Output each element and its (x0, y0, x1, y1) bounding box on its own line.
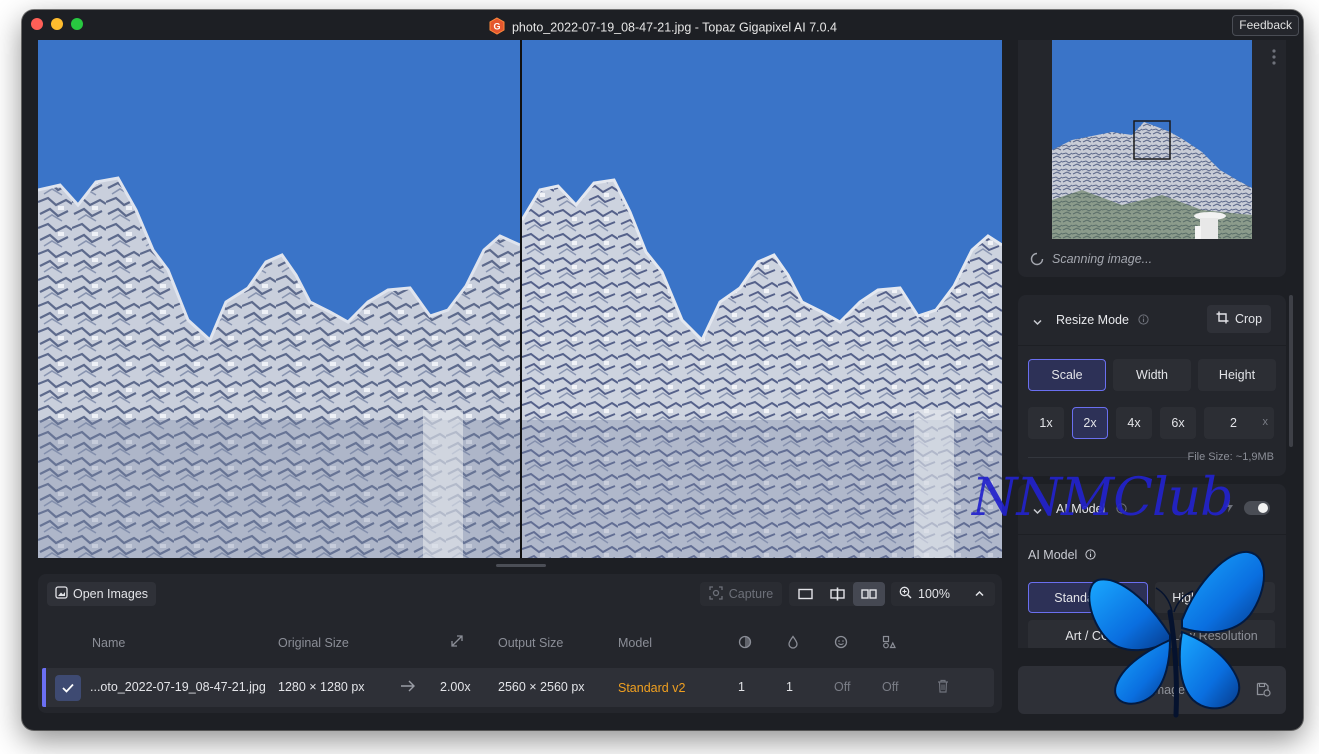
column-model[interactable]: Model (618, 636, 652, 650)
butterfly-watermark-icon (1078, 540, 1278, 725)
width-mode-button[interactable]: Width (1113, 359, 1191, 391)
view-mode-group (789, 582, 885, 606)
arrow-right-icon (400, 679, 416, 696)
row-sharpen-value: 1 (786, 680, 793, 694)
face-column-icon (834, 635, 848, 652)
divider (1018, 345, 1286, 346)
scale-2x-button[interactable]: 2x (1072, 407, 1108, 439)
column-name[interactable]: Name (92, 636, 125, 650)
row-checkbox[interactable] (55, 675, 81, 701)
info-icon[interactable] (1138, 314, 1149, 328)
single-view-button[interactable] (789, 582, 821, 606)
scale-mode-button[interactable]: Scale (1028, 359, 1106, 391)
row-denoise-value: 1 (738, 680, 745, 694)
single-view-icon (797, 588, 813, 600)
row-model[interactable]: Standard v2 (618, 681, 685, 695)
crop-button[interactable]: Crop (1207, 305, 1271, 333)
scale-1x-button[interactable]: 1x (1028, 407, 1064, 439)
side-by-side-icon (861, 589, 877, 599)
height-mode-button[interactable]: Height (1198, 359, 1276, 391)
shapes-column-icon (882, 635, 896, 652)
table-row[interactable]: ...oto_2022-07-19_08-47-21.jpg 1280 × 12… (42, 668, 994, 707)
crop-icon (1216, 311, 1229, 327)
scanning-status: Scanning image... (1052, 252, 1153, 266)
svg-text:G: G (493, 22, 500, 32)
sharpen-column-icon (786, 635, 800, 652)
column-original-size[interactable]: Original Size (278, 636, 349, 650)
original-preview-pane[interactable] (38, 40, 520, 558)
row-shapes-value: Off (882, 680, 899, 694)
row-face-value: Off (834, 680, 851, 694)
side-by-side-view-button[interactable] (853, 582, 885, 606)
open-images-label: Open Images (73, 587, 149, 601)
scale-column-icon (450, 634, 464, 651)
image-queue-panel: Open Images Capture 100% Name Original S… (38, 574, 1002, 713)
title-bar: G photo_2022-07-19_08-47-21.jpg - Topaz … (22, 10, 1303, 40)
custom-scale-input[interactable]: 2 x (1204, 407, 1274, 439)
row-scale: 2.00x (440, 680, 471, 694)
chevron-up-icon[interactable] (974, 588, 985, 602)
spinner-icon (1030, 252, 1044, 271)
crop-label: Crop (1234, 312, 1263, 326)
image-preview[interactable] (38, 40, 1002, 558)
checkmark-icon (62, 683, 74, 693)
resize-mode-header[interactable]: Resize Mode Crop (1018, 295, 1286, 345)
split-view-button[interactable] (821, 582, 853, 606)
zoom-icon (899, 586, 912, 602)
zoom-level: 100% (918, 587, 950, 601)
capture-button[interactable]: Capture (700, 582, 782, 606)
capture-icon (709, 585, 723, 603)
resize-mode-card: Resize Mode Crop Scale Width Height 1x 2… (1018, 295, 1286, 476)
denoise-column-icon (738, 635, 752, 652)
column-output-size[interactable]: Output Size (498, 636, 563, 650)
custom-scale-suffix: x (1262, 416, 1269, 428)
custom-scale-value: 2 (1230, 416, 1237, 430)
right-panel-scrollbar[interactable] (1289, 295, 1293, 447)
trash-icon[interactable] (937, 679, 949, 696)
row-original-size: 1280 × 1280 px (278, 680, 365, 694)
ai-model-toggle[interactable] (1244, 501, 1270, 515)
navigator-thumbnail[interactable] (1052, 40, 1252, 239)
window-title-text: photo_2022-07-19_08-47-21.jpg - Topaz Gi… (511, 20, 837, 35)
more-options-icon[interactable] (1272, 49, 1276, 70)
split-view-icon (829, 587, 845, 601)
chevron-down-icon[interactable] (1032, 315, 1043, 333)
nnmclub-watermark: NNMClub (972, 468, 1233, 528)
open-images-button[interactable]: Open Images (47, 582, 157, 606)
divider (1018, 534, 1286, 535)
window-title: G photo_2022-07-19_08-47-21.jpg - Topaz … (22, 17, 1303, 38)
file-size-estimate: File Size: ~1,9MB (1187, 451, 1274, 463)
zoom-control[interactable]: 100% (891, 582, 995, 606)
scale-6x-button[interactable]: 6x (1160, 407, 1196, 439)
row-file-name: ...oto_2022-07-19_08-47-21.jpg (90, 680, 266, 694)
panel-resize-handle[interactable] (496, 564, 546, 567)
scale-4x-button[interactable]: 4x (1116, 407, 1152, 439)
navigator-panel: Scanning image... (1018, 40, 1286, 277)
row-output-size: 2560 × 2560 px (498, 680, 585, 694)
selected-row-indicator (42, 668, 46, 707)
divider (1028, 457, 1188, 458)
capture-label: Capture (728, 587, 774, 601)
enhanced-preview-pane[interactable] (522, 40, 1002, 558)
resize-mode-title: Resize Mode (1056, 313, 1129, 327)
feedback-button[interactable]: Feedback (1232, 15, 1299, 36)
gigapixel-logo-icon: G (488, 17, 506, 38)
image-icon (55, 586, 68, 602)
